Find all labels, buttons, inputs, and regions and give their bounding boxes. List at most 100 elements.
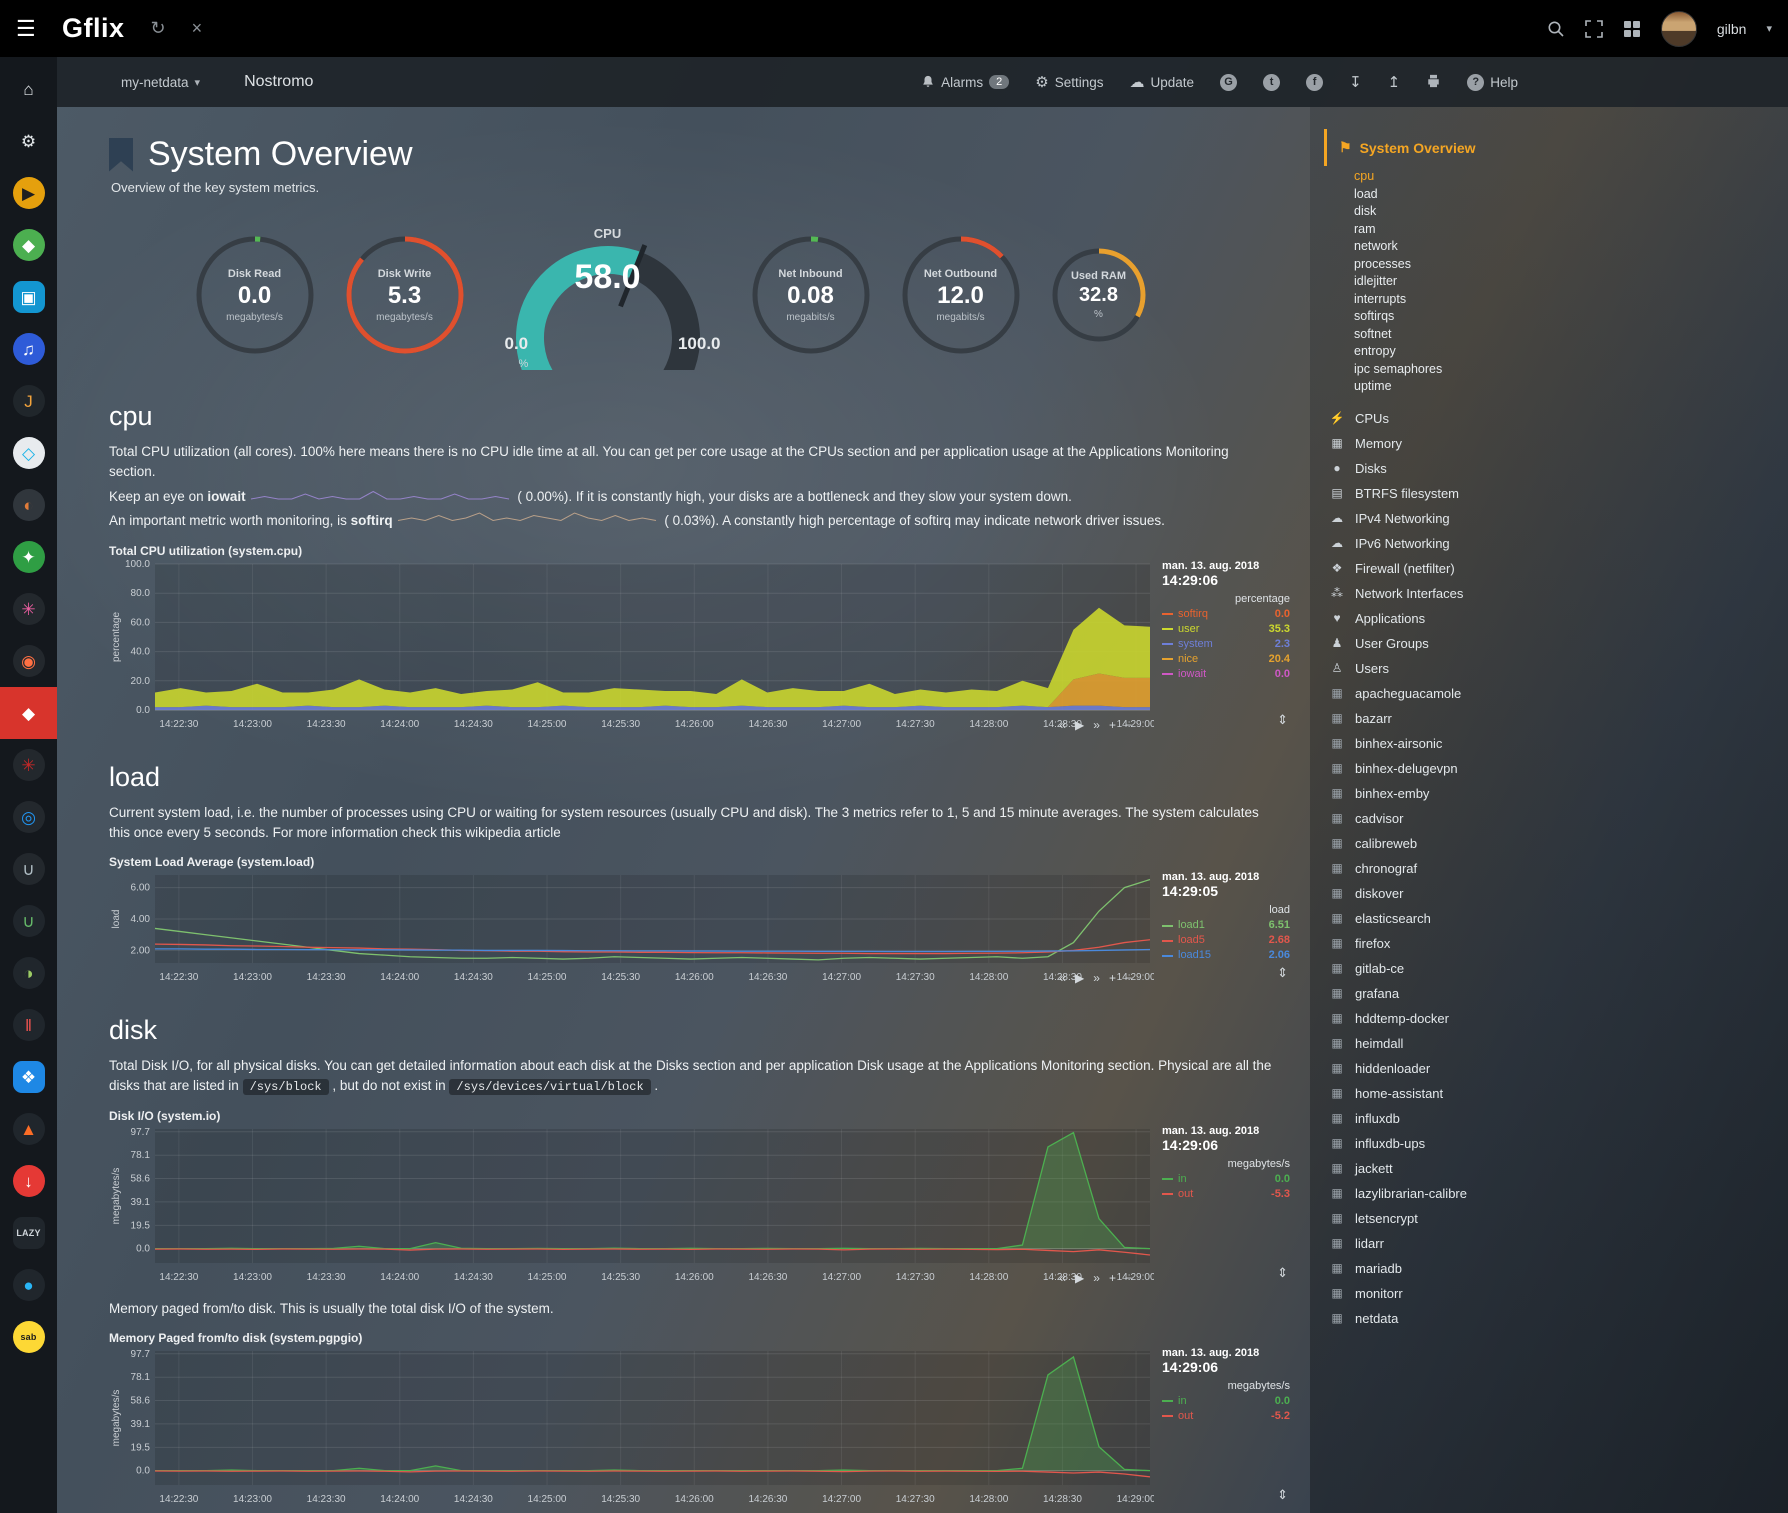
zoom-out-icon[interactable]: − bbox=[1125, 972, 1132, 984]
nav-app-calibreweb[interactable]: ▦calibreweb bbox=[1324, 831, 1778, 856]
chart-plot[interactable]: 0.019.539.158.678.197.714:22:3014:23:001… bbox=[109, 1125, 1154, 1285]
nav-section-network-interfaces[interactable]: ⁂Network Interfaces bbox=[1324, 581, 1778, 606]
github-icon[interactable]: G bbox=[1220, 74, 1237, 91]
legend-in[interactable]: in0.0 bbox=[1162, 1172, 1292, 1187]
nav-app-monitorr[interactable]: ▦monitorr bbox=[1324, 1281, 1778, 1306]
play-icon[interactable]: ▶ bbox=[1075, 719, 1084, 731]
tab-refresh-icon[interactable]: ↻ bbox=[151, 18, 166, 39]
legend-iowait[interactable]: iowait0.0 bbox=[1162, 667, 1292, 682]
zoom-in-icon[interactable]: + bbox=[1109, 972, 1116, 984]
legend-system[interactable]: system2.3 bbox=[1162, 637, 1292, 652]
chart-system-pgpgio[interactable]: Memory Paged from/to disk (system.pgpgio… bbox=[109, 1331, 1292, 1507]
nav-section-applications[interactable]: ♥Applications bbox=[1324, 606, 1778, 631]
nav-item-idlejitter[interactable]: idlejitter bbox=[1354, 273, 1778, 291]
server-dropdown[interactable]: my-netdata▾ bbox=[121, 75, 200, 90]
gauge-cpu[interactable]: CPU58.00.0100.0% bbox=[493, 220, 723, 370]
app-shortcut-7[interactable]: J bbox=[0, 375, 57, 427]
app-shortcut-18[interactable]: ◑ bbox=[0, 947, 57, 999]
gauge-net-inbound[interactable]: Net Inbound0.08megabits/s bbox=[751, 235, 871, 355]
nav-app-elasticsearch[interactable]: ▦elasticsearch bbox=[1324, 906, 1778, 931]
nav-system-overview[interactable]: ⚑System Overview bbox=[1324, 129, 1778, 166]
nav-section-users[interactable]: ♙Users bbox=[1324, 656, 1778, 681]
zoom-in-icon[interactable]: + bbox=[1109, 1272, 1116, 1284]
app-shortcut-23[interactable]: LAZY bbox=[0, 1207, 57, 1259]
settings-button[interactable]: ⚙ Settings bbox=[1035, 73, 1103, 91]
nav-section-btrfs-filesystem[interactable]: ▤BTRFS filesystem bbox=[1324, 481, 1778, 506]
wikipedia-link[interactable]: wikipedia article bbox=[465, 825, 560, 840]
nav-app-lidarr[interactable]: ▦lidarr bbox=[1324, 1231, 1778, 1256]
download-icon[interactable]: ↧ bbox=[1349, 73, 1362, 91]
app-shortcut-4[interactable]: ◆ bbox=[0, 219, 57, 271]
hamburger-menu-icon[interactable]: ☰ bbox=[16, 16, 46, 42]
pan-right-icon[interactable]: » bbox=[1093, 1272, 1100, 1284]
app-shortcut-3[interactable]: ▶ bbox=[0, 167, 57, 219]
nav-app-firefox[interactable]: ▦firefox bbox=[1324, 931, 1778, 956]
username[interactable]: gilbn bbox=[1717, 21, 1747, 37]
nav-app-letsencrypt[interactable]: ▦letsencrypt bbox=[1324, 1206, 1778, 1231]
nav-item-entropy[interactable]: entropy bbox=[1354, 343, 1778, 361]
nav-app-hddtemp-docker[interactable]: ▦hddtemp-docker bbox=[1324, 1006, 1778, 1031]
app-shortcut-9[interactable]: ◐ bbox=[0, 479, 57, 531]
nav-app-hiddenloader[interactable]: ▦hiddenloader bbox=[1324, 1056, 1778, 1081]
help-button[interactable]: ? Help bbox=[1467, 74, 1518, 91]
nav-section-cpus[interactable]: ⚡CPUs bbox=[1324, 406, 1778, 431]
zoom-out-icon[interactable]: − bbox=[1125, 719, 1132, 731]
resize-handle-icon[interactable]: ⇕ bbox=[1277, 712, 1288, 728]
app-shortcut-15[interactable]: ◎ bbox=[0, 791, 57, 843]
chart-system-load[interactable]: System Load Average (system.load) 2.004.… bbox=[109, 855, 1292, 985]
legend-out[interactable]: out-5.3 bbox=[1162, 1187, 1292, 1202]
app-shortcut-22[interactable]: ↓ bbox=[0, 1155, 57, 1207]
app-shortcut-16[interactable]: ∪ bbox=[0, 843, 57, 895]
nav-item-uptime[interactable]: uptime bbox=[1354, 378, 1778, 396]
home[interactable]: ⌂ bbox=[0, 63, 57, 115]
app-shortcut-6[interactable]: ♫ bbox=[0, 323, 57, 375]
gauge-net-outbound[interactable]: Net Outbound12.0megabits/s bbox=[901, 235, 1021, 355]
app-shortcut-21[interactable]: ▲ bbox=[0, 1103, 57, 1155]
app-shortcut-13[interactable]: ◆ bbox=[0, 687, 57, 739]
app-shortcut-5[interactable]: ▣ bbox=[0, 271, 57, 323]
nav-app-binhex-airsonic[interactable]: ▦binhex-airsonic bbox=[1324, 731, 1778, 756]
zoom-out-icon[interactable]: − bbox=[1125, 1272, 1132, 1284]
user-menu-caret-icon[interactable]: ▾ bbox=[1766, 22, 1772, 35]
app-shortcut-12[interactable]: ◉ bbox=[0, 635, 57, 687]
nav-item-ipc-semaphores[interactable]: ipc semaphores bbox=[1354, 361, 1778, 379]
nav-item-ram[interactable]: ram bbox=[1354, 221, 1778, 239]
nav-section-user-groups[interactable]: ♟User Groups bbox=[1324, 631, 1778, 656]
nav-app-bazarr[interactable]: ▦bazarr bbox=[1324, 706, 1778, 731]
nav-app-binhex-emby[interactable]: ▦binhex-emby bbox=[1324, 781, 1778, 806]
nav-section-ipv6-networking[interactable]: ☁IPv6 Networking bbox=[1324, 531, 1778, 556]
nav-app-diskover[interactable]: ▦diskover bbox=[1324, 881, 1778, 906]
settings[interactable]: ⚙ bbox=[0, 115, 57, 167]
nav-item-interrupts[interactable]: interrupts bbox=[1354, 291, 1778, 309]
nav-section-memory[interactable]: ▦Memory bbox=[1324, 431, 1778, 456]
tab-close-icon[interactable]: × bbox=[192, 18, 203, 39]
app-shortcut-19[interactable]: ‖ bbox=[0, 999, 57, 1051]
nav-item-network[interactable]: network bbox=[1354, 238, 1778, 256]
pan-left-icon[interactable]: « bbox=[1059, 719, 1066, 731]
nav-section-firewall-netfilter-[interactable]: ❖Firewall (netfilter) bbox=[1324, 556, 1778, 581]
nav-app-jackett[interactable]: ▦jackett bbox=[1324, 1156, 1778, 1181]
print-icon[interactable] bbox=[1426, 74, 1441, 91]
nav-app-influxdb[interactable]: ▦influxdb bbox=[1324, 1106, 1778, 1131]
legend-in[interactable]: in0.0 bbox=[1162, 1394, 1292, 1409]
nav-app-gitlab-ce[interactable]: ▦gitlab-ce bbox=[1324, 956, 1778, 981]
nav-item-processes[interactable]: processes bbox=[1354, 256, 1778, 274]
nav-app-cadvisor[interactable]: ▦cadvisor bbox=[1324, 806, 1778, 831]
nav-app-netdata[interactable]: ▦netdata bbox=[1324, 1306, 1778, 1331]
apps-grid-icon[interactable] bbox=[1623, 20, 1641, 38]
nav-item-softirqs[interactable]: softirqs bbox=[1354, 308, 1778, 326]
nav-section-ipv4-networking[interactable]: ☁IPv4 Networking bbox=[1324, 506, 1778, 531]
fullscreen-icon[interactable] bbox=[1585, 20, 1603, 38]
nav-section-disks[interactable]: ●Disks bbox=[1324, 456, 1778, 481]
nav-app-binhex-delugevpn[interactable]: ▦binhex-delugevpn bbox=[1324, 756, 1778, 781]
nav-app-influxdb-ups[interactable]: ▦influxdb-ups bbox=[1324, 1131, 1778, 1156]
twitter-icon[interactable]: t bbox=[1263, 74, 1280, 91]
nav-item-softnet[interactable]: softnet bbox=[1354, 326, 1778, 344]
upload-icon[interactable]: ↥ bbox=[1388, 73, 1401, 91]
legend-user[interactable]: user35.3 bbox=[1162, 622, 1292, 637]
gauge-disk-write[interactable]: Disk Write5.3megabytes/s bbox=[345, 235, 465, 355]
update-button[interactable]: ☁ Update bbox=[1130, 73, 1195, 91]
pan-right-icon[interactable]: » bbox=[1093, 972, 1100, 984]
search-icon[interactable] bbox=[1547, 20, 1565, 38]
resize-handle-icon[interactable]: ⇕ bbox=[1277, 1265, 1288, 1281]
